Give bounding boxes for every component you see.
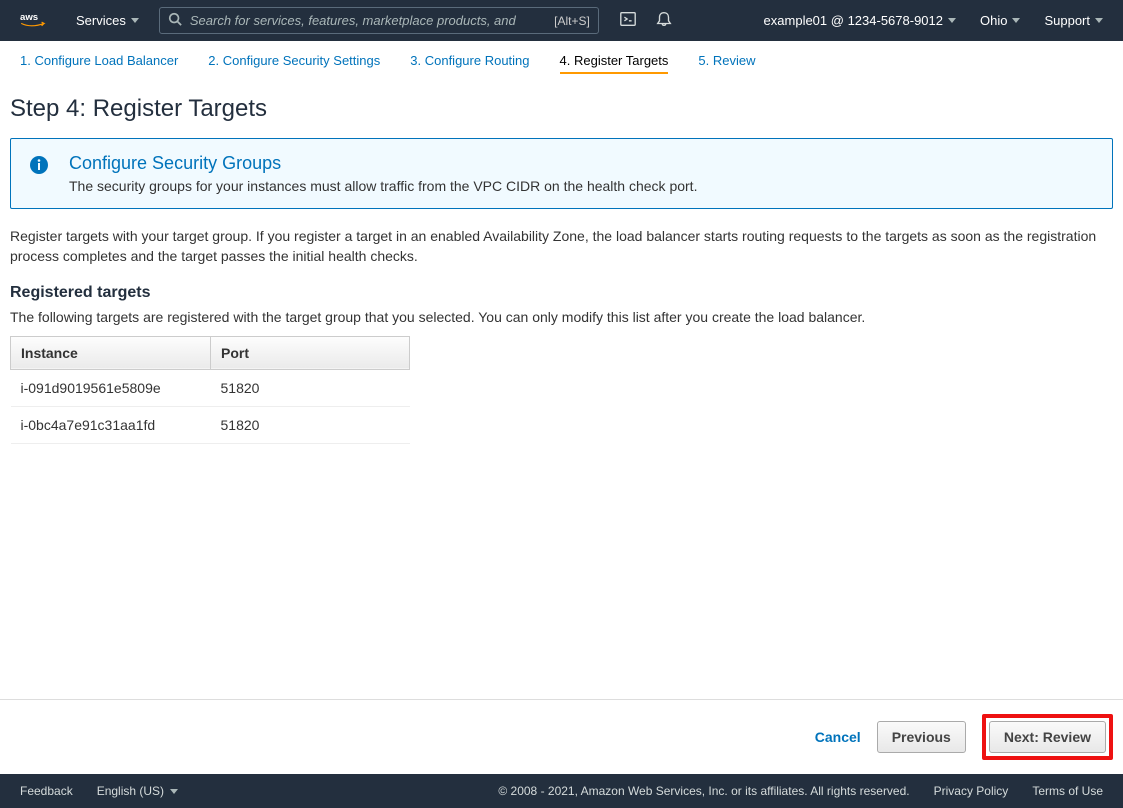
caret-down-icon	[170, 789, 178, 794]
support-label: Support	[1044, 13, 1090, 28]
notifications-icon[interactable]	[655, 10, 673, 31]
button-row: Cancel Previous Next: Review	[0, 699, 1123, 774]
account-label: example01 @ 1234-5678-9012	[764, 13, 943, 28]
cell-port: 51820	[211, 406, 410, 443]
services-menu[interactable]: Services	[76, 13, 139, 28]
th-port[interactable]: Port	[211, 336, 410, 369]
caret-down-icon	[948, 18, 956, 23]
wizard-tab-3[interactable]: 3. Configure Routing	[410, 49, 529, 74]
info-title: Configure Security Groups	[69, 153, 697, 174]
search-input[interactable]	[190, 13, 546, 28]
caret-down-icon	[131, 18, 139, 23]
info-box: Configure Security Groups The security g…	[10, 138, 1113, 209]
caret-down-icon	[1095, 18, 1103, 23]
wizard-tabs: 1. Configure Load Balancer 2. Configure …	[0, 41, 1123, 75]
cell-instance: i-0bc4a7e91c31aa1fd	[11, 406, 211, 443]
terms-link[interactable]: Terms of Use	[1032, 784, 1103, 798]
previous-button[interactable]: Previous	[877, 721, 966, 753]
aws-logo[interactable]: aws	[20, 10, 56, 32]
cell-port: 51820	[211, 369, 410, 406]
wizard-tab-4[interactable]: 4. Register Targets	[560, 49, 669, 74]
content-area: Step 4: Register Targets Configure Secur…	[0, 75, 1123, 699]
privacy-link[interactable]: Privacy Policy	[934, 784, 1009, 798]
table-row[interactable]: i-0bc4a7e91c31aa1fd 51820	[11, 406, 410, 443]
cancel-button[interactable]: Cancel	[815, 729, 861, 745]
language-selector[interactable]: English (US)	[97, 784, 178, 798]
th-instance[interactable]: Instance	[11, 336, 211, 369]
next-review-button[interactable]: Next: Review	[989, 721, 1106, 753]
table-row[interactable]: i-091d9019561e5809e 51820	[11, 369, 410, 406]
account-menu[interactable]: example01 @ 1234-5678-9012	[764, 13, 956, 28]
caret-down-icon	[1012, 18, 1020, 23]
page-title: Step 4: Register Targets	[10, 95, 1113, 123]
info-icon	[29, 155, 49, 194]
registered-targets-desc: The following targets are registered wit…	[10, 308, 1113, 328]
wizard-tab-5[interactable]: 5. Review	[698, 49, 755, 74]
services-label: Services	[76, 13, 126, 28]
svg-text:aws: aws	[20, 11, 38, 22]
top-nav: aws Services [Alt+S] example01 @ 1234-56…	[0, 0, 1123, 41]
registered-targets-heading: Registered targets	[10, 284, 1113, 302]
cloudshell-icon[interactable]	[619, 10, 637, 31]
info-description: The security groups for your instances m…	[69, 178, 697, 194]
language-label: English (US)	[97, 784, 164, 798]
search-shortcut: [Alt+S]	[554, 14, 590, 28]
page-footer: Feedback English (US) © 2008 - 2021, Ama…	[0, 774, 1123, 808]
wizard-tab-1[interactable]: 1. Configure Load Balancer	[20, 49, 178, 74]
wizard-tab-2[interactable]: 2. Configure Security Settings	[208, 49, 380, 74]
support-menu[interactable]: Support	[1044, 13, 1103, 28]
highlight-box: Next: Review	[982, 714, 1113, 760]
intro-text: Register targets with your target group.…	[10, 227, 1113, 266]
search-icon	[168, 12, 182, 29]
region-menu[interactable]: Ohio	[980, 13, 1020, 28]
region-label: Ohio	[980, 13, 1007, 28]
copyright-text: © 2008 - 2021, Amazon Web Services, Inc.…	[498, 784, 909, 798]
targets-table: Instance Port i-091d9019561e5809e 51820 …	[10, 336, 410, 444]
cell-instance: i-091d9019561e5809e	[11, 369, 211, 406]
search-box[interactable]: [Alt+S]	[159, 7, 599, 34]
feedback-link[interactable]: Feedback	[20, 784, 73, 798]
